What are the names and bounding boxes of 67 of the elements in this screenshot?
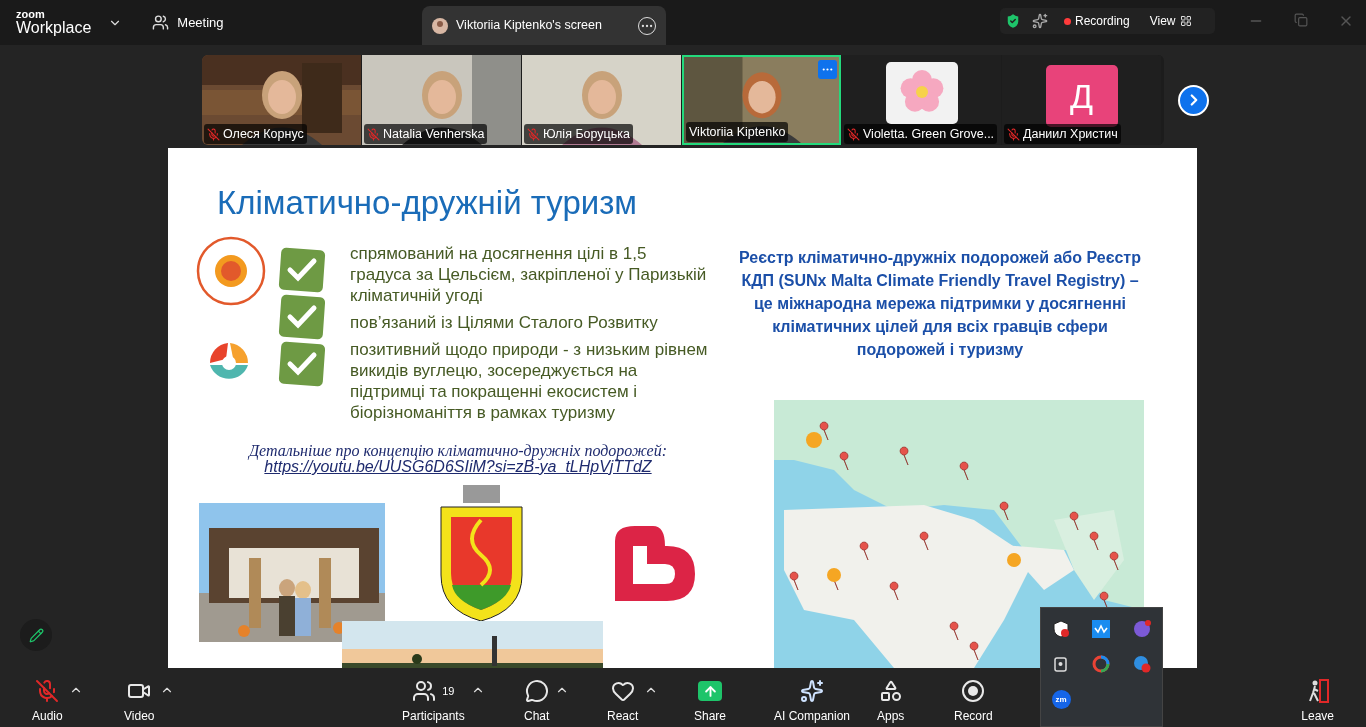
registry-text: Реєстр кліматично-дружніх подорожей або Реєстр КДП (SUNx Malta Climate Friendly Travel Registry) – це міжнародна мережа підтримки у досягненні кліматичних цілей для всіх гравців сфери подорожей і туризму xyxy=(738,248,1142,360)
participant-name: Viktoriia Kiptenko xyxy=(689,123,786,141)
annotate-button[interactable] xyxy=(20,619,52,651)
shield-check-icon[interactable] xyxy=(1004,12,1022,30)
bullet-text: позитивний щодо природи - з низьким рівнем викидів вуглецю, зосереджується на підтримці та покращенні екосистем і біорізноманіття в рамках туризму xyxy=(350,339,709,423)
share-tab[interactable]: Viktoriia Kiptenko's screen xyxy=(422,6,666,45)
leave-button[interactable]: Leave xyxy=(1301,679,1334,725)
app-badge-icon[interactable] xyxy=(1132,655,1151,673)
participant-name: Violetta. Green Grove... xyxy=(863,125,995,143)
phone-bubble-icon[interactable] xyxy=(1132,620,1151,638)
toolbar-button[interactable]: Chat xyxy=(520,679,554,725)
participant-name: Даниил Христич xyxy=(1023,125,1118,143)
participant-name: Юлія Боруцька xyxy=(543,125,630,143)
link-caption: Детальніше про концепцію кліматично-дружніх подорожей: xyxy=(246,442,669,459)
toolbar-button[interactable]: Apps xyxy=(873,679,909,725)
toolbar-button[interactable]: React xyxy=(603,679,643,725)
avatar-icon xyxy=(432,17,448,34)
participant-name: Natalia Venherska xyxy=(383,125,485,143)
participant-name: Олеся Корнус xyxy=(223,125,304,143)
shield-icon[interactable] xyxy=(1052,620,1071,638)
people-icon xyxy=(152,14,170,31)
chat-icon xyxy=(524,679,549,703)
climate-friendly-logo xyxy=(196,236,266,306)
checkmark-icon xyxy=(278,294,326,340)
sparkle-icon xyxy=(800,679,824,703)
waveform-icon[interactable] xyxy=(1092,620,1111,638)
zoom-app-icon[interactable]: zm xyxy=(1051,690,1071,709)
share-icon xyxy=(698,681,722,701)
video-tile[interactable]: Олеся Корнус xyxy=(202,55,361,145)
mic-off-icon xyxy=(367,127,380,141)
toolbar-button[interactable]: Record xyxy=(950,679,997,725)
brand-name: Workplace xyxy=(16,20,92,36)
bullet-text: спрямований на досягнення цілі в 1,5 градуса за Цельсієм, закріпленої у Паризькій кліматичній угоді xyxy=(350,243,708,306)
apps-icon xyxy=(878,679,903,703)
video-tile[interactable]: Viktoriia Kiptenko xyxy=(682,55,841,145)
ring-icon[interactable] xyxy=(1092,655,1111,673)
tab-title: Viktoriia Kiptenko's screen xyxy=(456,17,602,35)
slide-title: Кліматично-дружній туризм xyxy=(217,183,637,223)
video-tile[interactable]: Natalia Venherska xyxy=(362,55,521,145)
video-tile[interactable]: Юлія Боруцька xyxy=(522,55,681,145)
meeting-label[interactable]: Meeting xyxy=(177,12,224,33)
mic-off-icon xyxy=(1007,127,1020,141)
record-icon xyxy=(961,679,986,703)
people-icon xyxy=(412,679,437,703)
next-page-button[interactable] xyxy=(1178,84,1209,116)
avatar: Д xyxy=(1045,65,1118,127)
flower-icon xyxy=(885,62,958,124)
toolbar-button[interactable]: AI Companion xyxy=(770,679,855,725)
view-button[interactable]: View xyxy=(1149,12,1192,30)
pencil-icon xyxy=(28,627,44,643)
sparkle-icon[interactable] xyxy=(1032,13,1048,29)
mic-off-icon xyxy=(35,679,60,703)
participant-count: 19 xyxy=(442,683,455,699)
mic-off-icon xyxy=(847,127,860,141)
mic-off-icon xyxy=(527,127,540,141)
toolbar-button[interactable]: 19 Participants xyxy=(398,679,469,725)
checkmark-icon xyxy=(278,341,326,387)
toolbar-button[interactable]: Audio xyxy=(28,679,67,725)
mic-off-icon xyxy=(207,127,220,141)
toolbar-button[interactable]: Video xyxy=(120,679,159,725)
heart-icon xyxy=(610,679,635,703)
grid-icon xyxy=(1179,15,1192,27)
checkmark-icon xyxy=(278,247,326,293)
brand-small: zoom xyxy=(16,9,46,20)
bullet-text: пов’язаний із Цілями Сталого Розвитку xyxy=(350,312,659,333)
recording-indicator[interactable]: Recording xyxy=(1064,12,1130,30)
toolbar-button[interactable]: Share xyxy=(690,679,731,725)
